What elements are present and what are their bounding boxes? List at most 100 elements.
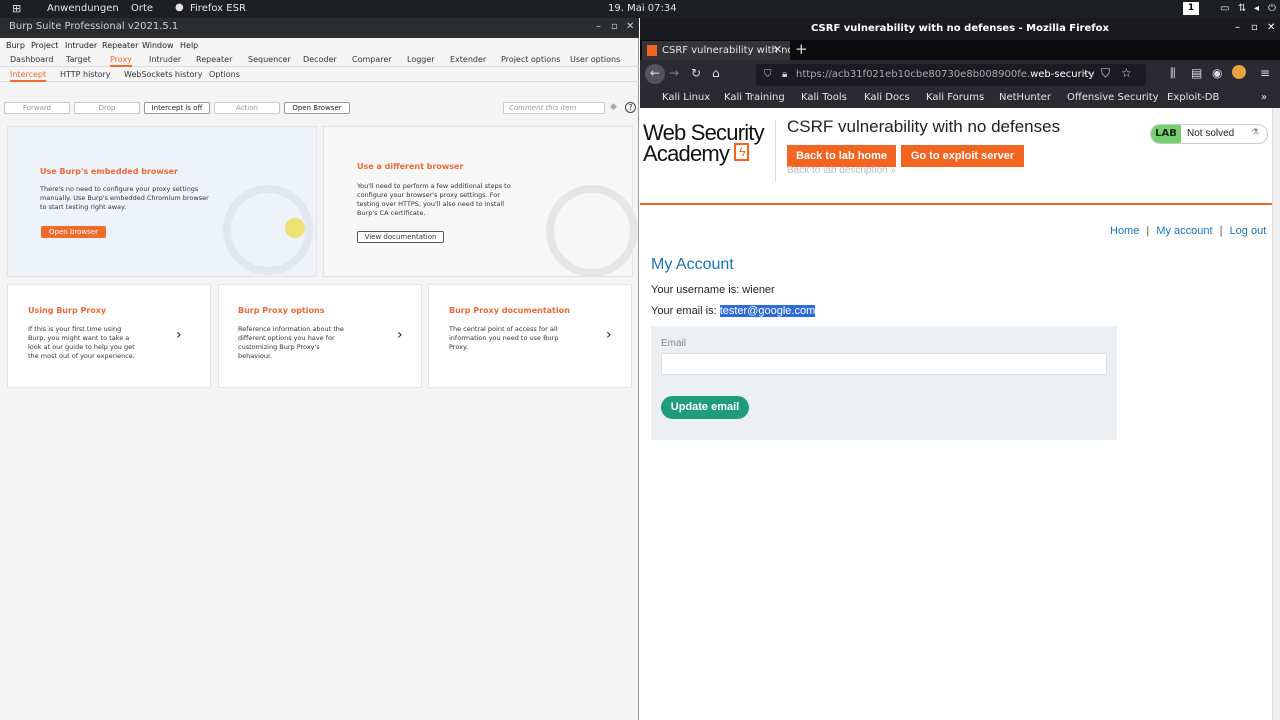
home-icon[interactable]: ⌂ <box>712 66 720 80</box>
tab-http-history[interactable]: HTTP history <box>60 70 111 79</box>
minimize-button[interactable]: – <box>596 21 601 32</box>
menu-burp[interactable]: Burp <box>6 41 25 50</box>
bookmark-kali-docs[interactable]: Kali Docs <box>864 92 910 103</box>
minimize-button[interactable]: – <box>1235 22 1240 33</box>
menu-icon[interactable]: ≡ <box>1260 66 1270 80</box>
tab-dashboard[interactable]: Dashboard <box>10 55 53 64</box>
workspace-indicator[interactable]: 1 <box>1183 2 1199 15</box>
tab-proxy[interactable]: Proxy <box>110 55 132 67</box>
volume-icon[interactable]: ◂ <box>1254 3 1259 14</box>
menu-help[interactable]: Help <box>180 41 198 50</box>
extension-icon[interactable] <box>1232 65 1246 79</box>
go-to-exploit-server-button[interactable]: Go to exploit server <box>901 145 1024 167</box>
tab-project-options[interactable]: Project options <box>501 55 560 64</box>
page-actions-icon[interactable]: ⋯ <box>1083 66 1095 80</box>
tab-target[interactable]: Target <box>66 55 91 64</box>
system-top-bar: ⊞ Anwendungen Orte ● Firefox ESR 19. Mai… <box>0 0 1280 18</box>
forward-button[interactable]: Forward <box>4 102 70 114</box>
card-text: Reference information about the differen… <box>238 325 344 360</box>
nav-my-account-link[interactable]: My account <box>1156 225 1212 237</box>
tab-repeater[interactable]: Repeater <box>196 55 232 64</box>
close-button[interactable]: ✕ <box>1267 22 1275 33</box>
lab-badge: LAB <box>1151 125 1181 143</box>
help-icon[interactable]: ? <box>625 102 636 113</box>
tab-websockets-history[interactable]: WebSockets history <box>124 70 202 79</box>
browser-tab-active[interactable]: CSRF vulnerability with no defenses <box>642 41 790 60</box>
back-to-lab-home-button[interactable]: Back to lab home <box>787 145 896 167</box>
bookmark-nethunter[interactable]: NetHunter <box>999 92 1051 103</box>
tab-logger[interactable]: Logger <box>407 55 435 64</box>
lab-status-text: Not solved <box>1187 128 1235 139</box>
back-icon[interactable]: ← <box>645 64 665 84</box>
tab-options[interactable]: Options <box>209 70 240 79</box>
page-scrollbar[interactable] <box>1272 108 1280 720</box>
library-icon[interactable]: ⫼ <box>1170 66 1176 81</box>
apps-grid-icon[interactable]: ⊞ <box>12 2 21 15</box>
bookmark-offensive-security[interactable]: Offensive Security <box>1067 92 1159 103</box>
close-tab-icon[interactable]: ✕ <box>773 43 782 56</box>
nav-home-link[interactable]: Home <box>1110 225 1139 237</box>
firefox-app-label[interactable]: Firefox ESR <box>190 3 246 14</box>
tab-extender[interactable]: Extender <box>450 55 486 64</box>
logo[interactable]: Web Security Academy ϟ <box>643 122 775 165</box>
different-browser-panel: Use a different browser You'll need to p… <box>323 126 638 277</box>
power-icon[interactable]: ⏻ <box>1268 3 1276 14</box>
screen-icon[interactable]: ▭ <box>1220 3 1229 14</box>
tab-intercept[interactable]: Intercept <box>10 70 47 82</box>
highlight-icon[interactable]: ◆ <box>610 102 617 112</box>
account-icon[interactable]: ◉ <box>1212 66 1222 80</box>
different-browser-text: You'll need to perform a few additional … <box>357 182 511 217</box>
drop-button[interactable]: Drop <box>74 102 140 114</box>
firefox-icon: ● <box>175 2 184 13</box>
maximize-button[interactable]: ▫ <box>1251 22 1258 33</box>
menu-repeater[interactable]: Repeater <box>102 41 138 50</box>
intercept-toggle-button[interactable]: Intercept is off <box>144 102 210 114</box>
nav-separator: | <box>1219 225 1223 237</box>
view-documentation-button[interactable]: View documentation <box>357 231 444 243</box>
bookmark-kali-tools[interactable]: Kali Tools <box>801 92 847 103</box>
bookmark-kali-forums[interactable]: Kali Forums <box>926 92 984 103</box>
action-button[interactable]: Action <box>214 102 280 114</box>
username-line: Your username is: wiener <box>651 284 775 296</box>
maximize-button[interactable]: ▫ <box>611 21 618 32</box>
email-input[interactable] <box>661 353 1107 375</box>
open-browser-button[interactable]: Open Browser <box>284 102 350 114</box>
update-email-button[interactable]: Update email <box>661 396 749 419</box>
network-icon[interactable]: ⇅ <box>1238 3 1246 14</box>
update-email-form: Email Update email <box>651 326 1117 440</box>
sidebar-icon[interactable]: ▤ <box>1191 66 1202 80</box>
tab-user-options[interactable]: User options <box>570 55 620 64</box>
new-tab-button[interactable]: + <box>795 40 808 58</box>
open-embedded-browser-button[interactable]: Open browser <box>41 226 106 238</box>
bookmark-star-icon[interactable]: ☆ <box>1121 66 1132 80</box>
forward-icon[interactable]: → <box>669 66 679 80</box>
card-using-burp-proxy[interactable]: Using Burp Proxy If this is your first t… <box>7 284 211 388</box>
burp-window: Burp Suite Professional v2021.5.1 – ▫ ✕ … <box>0 18 639 720</box>
tab-comparer[interactable]: Comparer <box>352 55 392 64</box>
applications-menu[interactable]: Anwendungen <box>47 3 119 14</box>
nav-logout-link[interactable]: Log out <box>1230 225 1267 237</box>
bookmarks-overflow-icon[interactable]: » <box>1261 92 1267 103</box>
bookmark-kali-training[interactable]: Kali Training <box>724 92 785 103</box>
card-burp-proxy-options[interactable]: Burp Proxy options Reference information… <box>218 284 422 388</box>
bookmark-exploit-db[interactable]: Exploit-DB <box>1167 92 1219 103</box>
tab-intruder[interactable]: Intruder <box>149 55 181 64</box>
comment-input[interactable]: Comment this item <box>503 102 605 114</box>
reload-icon[interactable]: ↻ <box>691 66 701 80</box>
close-button[interactable]: ✕ <box>626 21 634 32</box>
embedded-browser-panel: Use Burp's embedded browser There's no n… <box>7 126 317 277</box>
email-value-selected[interactable]: tester@google.com <box>719 305 816 317</box>
back-to-lab-description-link[interactable]: Back to lab description » <box>787 165 896 176</box>
pocket-icon[interactable]: ⛉ <box>1101 66 1110 81</box>
menu-intruder[interactable]: Intruder <box>65 41 97 50</box>
proxy-sub-tabs: Intercept HTTP history WebSockets histor… <box>0 68 639 82</box>
menu-project[interactable]: Project <box>31 41 58 50</box>
clock[interactable]: 19. Mai 07:34 <box>608 3 677 14</box>
tab-decoder[interactable]: Decoder <box>303 55 337 64</box>
places-menu[interactable]: Orte <box>131 3 153 14</box>
embedded-browser-title: Use Burp's embedded browser <box>40 167 178 176</box>
tab-sequencer[interactable]: Sequencer <box>248 55 291 64</box>
menu-window[interactable]: Window <box>142 41 174 50</box>
card-burp-proxy-documentation[interactable]: Burp Proxy documentation The central poi… <box>428 284 632 388</box>
bookmark-kali-linux[interactable]: Kali Linux <box>662 92 710 103</box>
